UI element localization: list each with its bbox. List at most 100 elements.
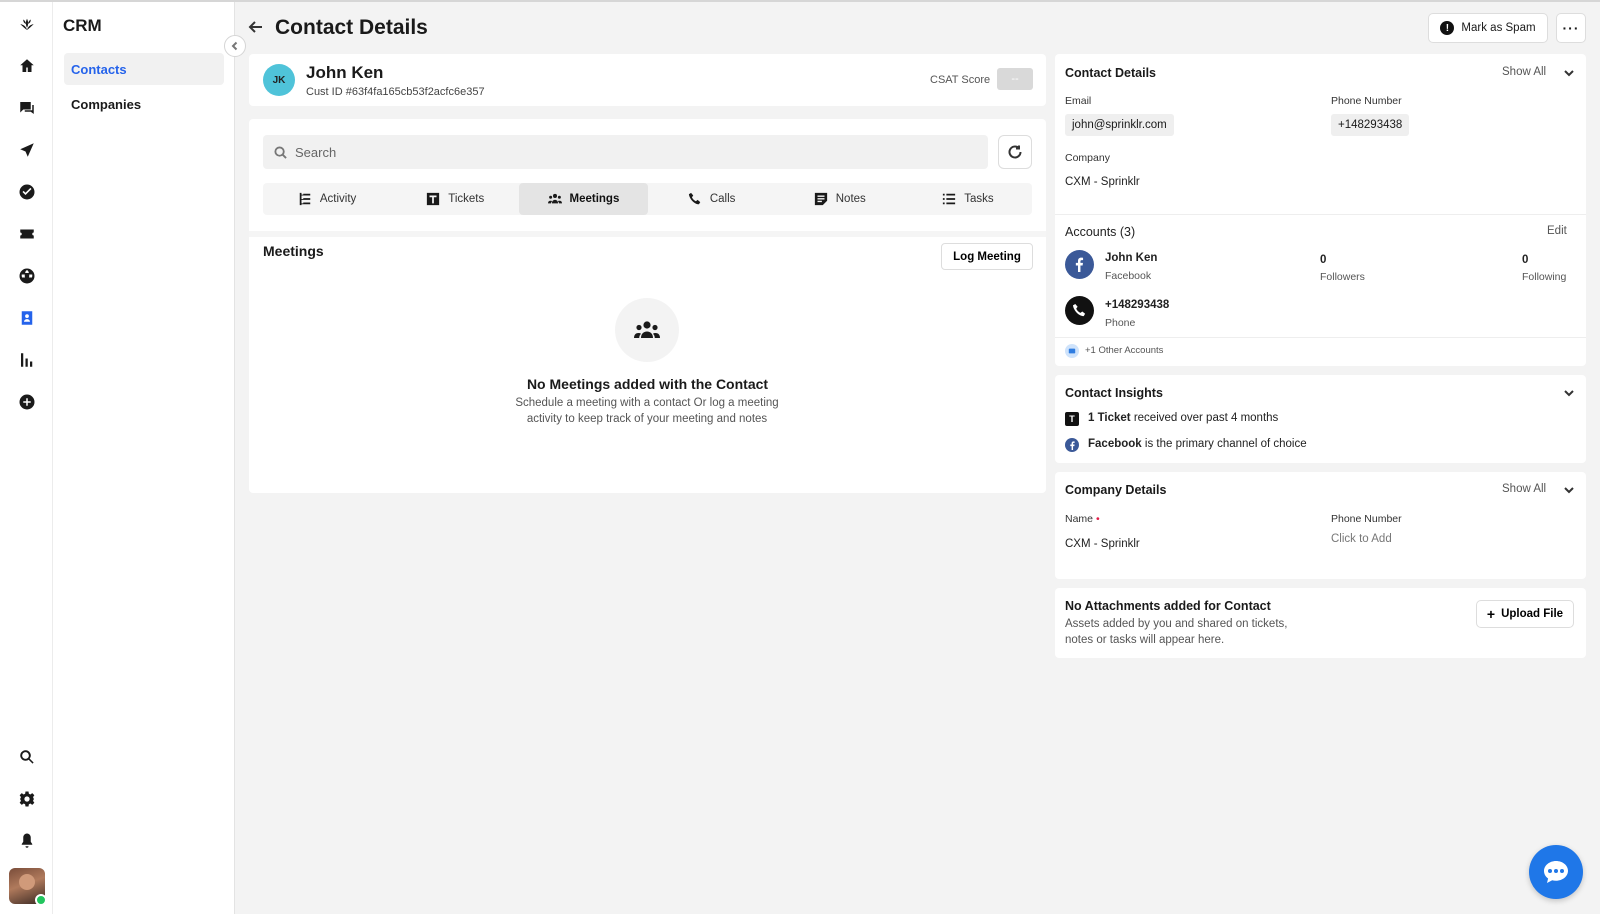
send-icon[interactable] xyxy=(16,139,38,161)
csat-score-label: CSAT Score xyxy=(930,74,991,86)
company-phone-label: Phone Number xyxy=(1331,513,1402,525)
people-icon xyxy=(634,321,660,338)
refresh-button[interactable] xyxy=(998,135,1032,169)
chat-icon[interactable] xyxy=(16,97,38,119)
attachments-card: No Attachments added for Contact Assets … xyxy=(1055,588,1586,658)
phone-icon xyxy=(688,192,701,205)
ticket-t-icon xyxy=(427,192,440,206)
section-divider xyxy=(249,231,1046,237)
following-label: Following xyxy=(1522,271,1567,283)
sidebar-item-label: Contacts xyxy=(71,61,127,77)
contact-insights-title: Contact Insights xyxy=(1065,386,1163,400)
chevron-down-icon[interactable] xyxy=(1563,483,1575,495)
phone-number-label: Phone Number xyxy=(1331,95,1402,107)
activity-tabs: Activity Tickets Meetings Calls Notes Ta… xyxy=(263,183,1032,215)
email-value[interactable]: john@sprinklr.com xyxy=(1065,114,1174,136)
account-channel: Facebook xyxy=(1105,270,1152,282)
phone-number-value[interactable]: +148293438 xyxy=(1331,114,1410,136)
plus-icon: + xyxy=(1486,606,1496,622)
tab-label: Tickets xyxy=(448,193,485,205)
search-icon[interactable] xyxy=(16,746,38,768)
mark-as-spam-button[interactable]: ! Mark as Spam xyxy=(1428,13,1548,43)
tab-tickets[interactable]: Tickets xyxy=(391,183,519,215)
facebook-icon xyxy=(1065,438,1079,452)
bar-chart-icon[interactable] xyxy=(16,349,38,371)
followers-label: Followers xyxy=(1320,271,1365,283)
activity-panel: Activity Tickets Meetings Calls Notes Ta… xyxy=(249,119,1046,493)
contacts-icon[interactable] xyxy=(16,307,38,329)
phone-account-icon xyxy=(1065,296,1094,325)
tab-notes[interactable]: Notes xyxy=(776,183,904,215)
online-status-dot xyxy=(35,894,47,906)
account-channel: Phone xyxy=(1105,317,1136,329)
account-name[interactable]: +148293438 xyxy=(1105,299,1169,311)
meetings-section-title: Meetings xyxy=(263,243,324,259)
facebook-icon xyxy=(1075,257,1084,272)
tab-activity[interactable]: Activity xyxy=(263,183,391,215)
upload-file-button[interactable]: + Upload File xyxy=(1476,600,1574,628)
attachments-title: No Attachments added for Contact xyxy=(1065,599,1271,613)
check-circle-icon[interactable] xyxy=(16,181,38,203)
other-accounts-link[interactable]: +1 Other Accounts xyxy=(1085,345,1163,356)
other-accounts-icon xyxy=(1065,344,1079,358)
user-avatar[interactable] xyxy=(9,868,47,906)
globe-icon[interactable] xyxy=(16,265,38,287)
page-title: Contact Details xyxy=(275,16,428,39)
gear-icon[interactable] xyxy=(16,788,38,810)
sidebar-item-contacts[interactable]: Contacts xyxy=(64,53,224,85)
sidebar-item-label: Companies xyxy=(71,96,142,112)
divider xyxy=(1055,337,1586,338)
ticket-icon[interactable] xyxy=(16,223,38,245)
alert-icon: ! xyxy=(1440,21,1455,35)
customer-id: Cust ID #63f4fa165cb53f2acfc6e357 xyxy=(306,86,485,98)
facebook-account-icon xyxy=(1065,250,1094,279)
sidebar-title: CRM xyxy=(63,16,102,35)
chevron-down-icon[interactable] xyxy=(1563,386,1575,398)
attachments-description: Assets added by you and shared on ticket… xyxy=(1065,618,1288,646)
back-arrow-icon[interactable] xyxy=(247,18,265,36)
add-circle-icon[interactable] xyxy=(16,391,38,413)
chat-support-button[interactable] xyxy=(1529,845,1583,899)
chevron-left-icon xyxy=(231,41,238,51)
contact-name: John Ken xyxy=(306,63,384,82)
show-all-link[interactable]: Show All xyxy=(1502,483,1546,495)
company-value[interactable]: CXM - Sprinklr xyxy=(1065,176,1140,188)
people-icon xyxy=(547,193,562,204)
empty-state-description: Schedule a meeting with a contact Or log… xyxy=(515,397,779,425)
page-header: Contact Details ! Mark as Spam ··· xyxy=(235,2,1600,52)
contact-details-title: Contact Details xyxy=(1065,66,1156,80)
bell-icon[interactable] xyxy=(16,830,38,852)
edit-accounts-link[interactable]: Edit xyxy=(1547,225,1567,237)
company-name-label: Name • xyxy=(1065,513,1100,525)
followers-count: 0 xyxy=(1320,254,1327,266)
logo-icon[interactable] xyxy=(16,13,38,35)
more-options-button[interactable]: ··· xyxy=(1556,13,1586,43)
sidebar-item-companies[interactable]: Companies xyxy=(64,88,224,120)
search-input[interactable] xyxy=(295,144,945,160)
required-marker: • xyxy=(1095,513,1100,525)
company-phone-add-link[interactable]: Click to Add xyxy=(1331,533,1392,545)
chevron-down-icon[interactable] xyxy=(1563,66,1575,78)
contact-summary-card: JK John Ken Cust ID #63f4fa165cb53f2acfc… xyxy=(249,54,1046,106)
home-icon[interactable] xyxy=(16,55,38,77)
tab-calls[interactable]: Calls xyxy=(648,183,776,215)
contact-avatar: JK xyxy=(263,64,295,96)
upload-file-label: Upload File xyxy=(1501,608,1564,620)
show-all-link[interactable]: Show All xyxy=(1502,66,1546,78)
email-label: Email xyxy=(1065,95,1092,107)
company-name-value[interactable]: CXM - Sprinklr xyxy=(1065,538,1140,550)
meetings-empty-icon xyxy=(615,298,679,362)
empty-state-title: No Meetings added with the Contact xyxy=(526,376,769,392)
collapse-sidebar-button[interactable] xyxy=(224,35,246,57)
ticket-t-icon: T xyxy=(1065,412,1079,426)
divider xyxy=(1055,214,1586,215)
insight-tickets: 1 Ticket received over past 4 months xyxy=(1088,412,1279,424)
tab-tasks[interactable]: Tasks xyxy=(904,183,1032,215)
search-icon xyxy=(274,145,287,159)
tab-meetings[interactable]: Meetings xyxy=(519,183,648,215)
tab-label: Activity xyxy=(319,193,357,205)
log-meeting-button[interactable]: Log Meeting xyxy=(941,243,1033,270)
account-name[interactable]: John Ken xyxy=(1105,252,1157,264)
company-label: Company xyxy=(1065,152,1110,164)
following-count: 0 xyxy=(1522,254,1529,266)
